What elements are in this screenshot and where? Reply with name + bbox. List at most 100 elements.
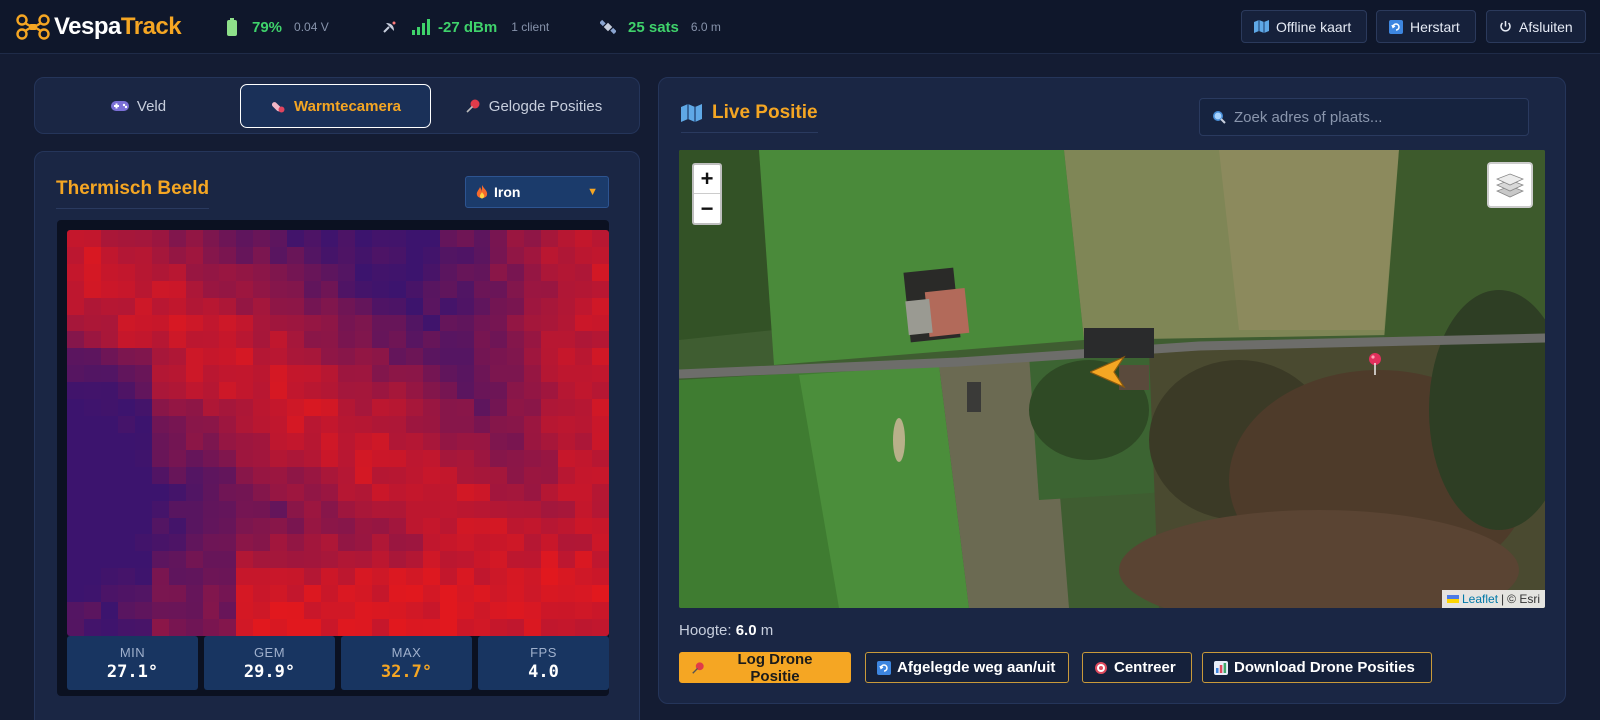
thermal-pixel <box>524 483 542 501</box>
map-pin-icon[interactable] <box>1368 353 1382 375</box>
thermal-pixel <box>558 314 576 332</box>
thermal-pixel <box>185 382 203 400</box>
thermal-pixel <box>67 297 84 315</box>
address-search[interactable] <box>1199 98 1529 136</box>
thermal-pixel <box>100 280 118 298</box>
thermal-pixel <box>490 568 508 586</box>
thermal-pixel <box>592 365 609 383</box>
restart-button[interactable]: Herstart <box>1376 10 1476 43</box>
thermal-pixel <box>287 399 305 417</box>
thermal-pixel <box>83 466 101 484</box>
tab-gelogde-posities[interactable]: Gelogde Posities <box>438 84 629 128</box>
thermal-pixel <box>439 416 457 433</box>
thermal-pixel <box>354 331 372 349</box>
thermal-pixel <box>321 348 338 366</box>
thermal-pixel <box>524 297 542 315</box>
thermal-pixel <box>134 365 152 383</box>
zoom-out-button[interactable]: − <box>694 194 720 223</box>
thermal-pixel <box>185 534 203 552</box>
search-input[interactable] <box>1234 108 1514 126</box>
thermal-pixel <box>168 230 186 247</box>
zoom-control: + − <box>692 163 722 225</box>
tab-veld[interactable]: Veld <box>43 84 234 128</box>
thermal-pixel <box>67 399 84 417</box>
thermal-pixel <box>439 297 457 315</box>
thermal-pixel <box>202 602 220 620</box>
tab-warmtecamera[interactable]: Warmtecamera <box>240 84 431 128</box>
battery-status: 79% 0.04 V <box>226 0 329 54</box>
thermal-pixel <box>287 432 305 450</box>
offline-map-label: Offline kaart <box>1276 18 1352 35</box>
thermal-pixel <box>304 280 322 298</box>
thermal-pixel <box>202 432 220 450</box>
thermal-pixel <box>456 500 474 518</box>
thermal-pixel <box>236 365 254 383</box>
thermal-pixel <box>270 483 288 501</box>
thermal-pixel <box>338 432 355 450</box>
thermal-pixel <box>371 619 389 636</box>
download-positions-button[interactable]: Download Drone Posities <box>1202 652 1432 683</box>
thermal-pixel <box>354 399 372 417</box>
thermal-pixel <box>507 280 525 298</box>
layers-button[interactable] <box>1487 162 1533 208</box>
thermal-pixel <box>439 449 457 467</box>
thermal-pixel <box>456 568 474 586</box>
thermal-pixel <box>287 348 305 366</box>
thermal-pixel <box>354 500 372 518</box>
thermal-pixel <box>100 246 118 264</box>
thermal-pixel <box>202 466 220 484</box>
thermal-pixel <box>371 517 389 535</box>
thermal-pixel <box>117 551 135 569</box>
thermal-pixel <box>321 246 338 264</box>
thermal-pixel <box>507 399 525 417</box>
thermal-pixel <box>83 416 101 433</box>
thermal-pixel <box>439 619 457 636</box>
drone-position-arrow-icon <box>1090 355 1126 389</box>
thermal-pixel <box>168 365 186 383</box>
thermal-pixel <box>558 365 576 383</box>
shutdown-button[interactable]: Afsluiten <box>1486 10 1586 43</box>
thermal-pixel <box>219 348 237 366</box>
thermal-pixel <box>270 416 288 433</box>
thermal-pixel <box>321 263 338 281</box>
thermal-pixel <box>304 449 322 467</box>
thermal-pixel <box>524 551 542 569</box>
thermal-pixel <box>575 602 593 620</box>
thermal-pixel <box>287 517 305 535</box>
thermal-pixel <box>100 365 118 383</box>
thermal-pixel <box>100 432 118 450</box>
toggle-path-button[interactable]: Afgelegde weg aan/uit <box>865 652 1069 683</box>
thermal-pixel <box>219 246 237 264</box>
thermal-pixel <box>185 517 203 535</box>
thermal-pixel <box>219 602 237 620</box>
signal-clients: 1 client <box>511 20 550 34</box>
thermal-pixel <box>151 619 169 636</box>
zoom-in-button[interactable]: + <box>694 165 720 194</box>
thermal-pixel <box>422 568 440 586</box>
thermal-pixel <box>507 365 525 383</box>
thermal-pixel <box>592 331 609 349</box>
thermal-pixel <box>388 449 406 467</box>
log-position-button[interactable]: Log Drone Positie <box>679 651 851 685</box>
map-icon <box>1254 20 1269 33</box>
center-button[interactable]: Centreer <box>1082 652 1192 683</box>
thermal-pixel <box>287 280 305 298</box>
thermal-pixel <box>456 585 474 603</box>
satellite-map[interactable]: + − Leaflet | © Esri <box>679 150 1545 608</box>
thermal-pixel <box>67 348 84 366</box>
thermal-pixel <box>270 466 288 484</box>
thermal-pixel <box>100 314 118 332</box>
toggle-path-label: Afgelegde weg aan/uit <box>897 659 1056 676</box>
thermal-pixel <box>558 619 576 636</box>
palette-select[interactable]: Iron ▼ <box>465 176 609 208</box>
thermal-stats: MIN 27.1° GEM 29.9° MAX 32.7° FPS 4.0 <box>67 636 609 690</box>
leaflet-link[interactable]: Leaflet <box>1462 592 1498 606</box>
thermal-pixel <box>558 534 576 552</box>
thermal-title: Thermisch Beeld <box>56 178 210 209</box>
thermal-pixel <box>151 331 169 349</box>
offline-map-button[interactable]: Offline kaart <box>1241 10 1367 43</box>
thermal-pixel <box>253 568 271 586</box>
battery-percent: 79% <box>252 18 283 36</box>
thermal-pixel <box>354 432 372 450</box>
attribution-separator: | <box>1501 592 1505 606</box>
